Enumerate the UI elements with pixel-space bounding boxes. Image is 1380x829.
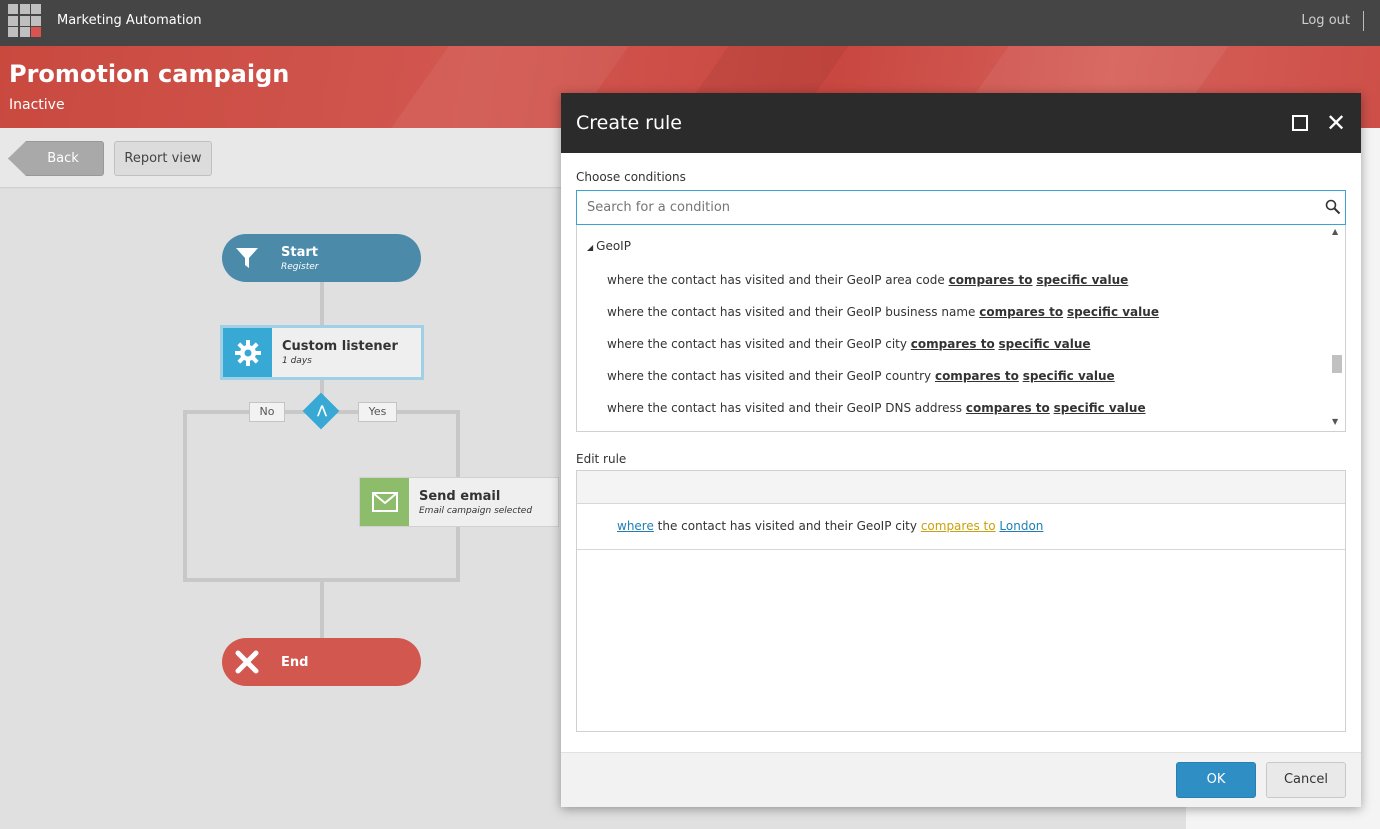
- node-title: Start: [281, 244, 318, 260]
- app-menu-icon[interactable]: [8, 4, 41, 37]
- node-title: Custom listener: [282, 339, 398, 354]
- scrollbar[interactable]: ▲ ▼: [1329, 225, 1345, 431]
- status-text: Inactive: [9, 97, 65, 113]
- group-geoip[interactable]: ◢ GeoIP: [587, 239, 631, 253]
- scroll-up-icon[interactable]: ▲: [1332, 227, 1338, 236]
- rule-where-link[interactable]: where: [617, 519, 654, 533]
- maximize-icon[interactable]: [1292, 115, 1308, 131]
- rule-value-link[interactable]: London: [999, 519, 1043, 533]
- rule-operator-link[interactable]: compares to: [921, 519, 996, 533]
- send-email-node[interactable]: Send email Email campaign selected: [359, 477, 559, 527]
- condition-item[interactable]: where the contact has visited and their …: [607, 337, 1091, 351]
- ok-button[interactable]: OK: [1176, 762, 1256, 798]
- search-icon[interactable]: [1325, 199, 1341, 215]
- branch-yes-label: Yes: [358, 402, 397, 422]
- node-title: End: [281, 654, 309, 670]
- rule-line[interactable]: where the contact has visited and their …: [577, 504, 1345, 550]
- logout-link[interactable]: Log out: [1301, 13, 1350, 28]
- connector: [320, 282, 324, 327]
- start-node[interactable]: Start Register: [222, 234, 421, 282]
- node-subtitle: Register: [281, 261, 319, 272]
- cancel-button[interactable]: Cancel: [1266, 762, 1346, 798]
- condition-item[interactable]: where the contact has visited and their …: [607, 273, 1128, 287]
- node-subtitle: Email campaign selected: [419, 505, 533, 516]
- rule-toolbar: [577, 471, 1345, 504]
- choose-conditions-label: Choose conditions: [576, 170, 686, 184]
- connector: [320, 582, 324, 639]
- connector: [336, 410, 460, 414]
- custom-listener-node[interactable]: Custom listener 1 days: [220, 325, 424, 380]
- dialog-header: Create rule ✕: [561, 93, 1361, 153]
- node-subtitle: 1 days: [282, 356, 312, 366]
- back-button[interactable]: Back: [8, 141, 104, 176]
- connector: [183, 410, 187, 582]
- group-label: GeoIP: [596, 239, 631, 253]
- connector: [183, 410, 308, 414]
- report-view-button[interactable]: Report view: [114, 141, 212, 176]
- search-input[interactable]: [577, 191, 1307, 224]
- close-x-icon: [222, 638, 272, 686]
- condition-item[interactable]: where the contact has visited and their …: [607, 401, 1146, 415]
- node-title: Send email: [419, 488, 501, 504]
- page-title: Promotion campaign: [9, 60, 290, 88]
- condition-item[interactable]: where the contact has visited and their …: [607, 305, 1159, 319]
- end-node[interactable]: End: [222, 638, 421, 686]
- gear-icon: [223, 328, 272, 377]
- divider: [1363, 11, 1364, 31]
- app-title: Marketing Automation: [57, 13, 202, 28]
- split-icon: ⋀: [316, 403, 328, 417]
- scroll-thumb[interactable]: [1332, 355, 1342, 373]
- collapse-triangle-icon[interactable]: ◢: [587, 243, 593, 252]
- top-bar: Marketing Automation Log out: [0, 0, 1380, 46]
- funnel-icon: [222, 234, 272, 282]
- create-rule-dialog: Create rule ✕ Choose conditions ◢GeoIP w…: [561, 93, 1361, 807]
- scroll-down-icon[interactable]: ▼: [1332, 417, 1338, 426]
- branch-no-label: No: [249, 402, 285, 422]
- condition-search: [576, 190, 1346, 225]
- edit-rule-label: Edit rule: [576, 452, 627, 466]
- rule-editor: where the contact has visited and their …: [576, 470, 1346, 732]
- envelope-icon: [360, 478, 409, 526]
- close-icon[interactable]: ✕: [1324, 109, 1348, 137]
- dialog-footer: OK Cancel: [561, 752, 1361, 807]
- dialog-title: Create rule: [576, 112, 682, 134]
- conditions-list: ◢ GeoIP where the contact has visited and…: [576, 225, 1346, 432]
- condition-item[interactable]: where the contact has visited and their …: [607, 369, 1115, 383]
